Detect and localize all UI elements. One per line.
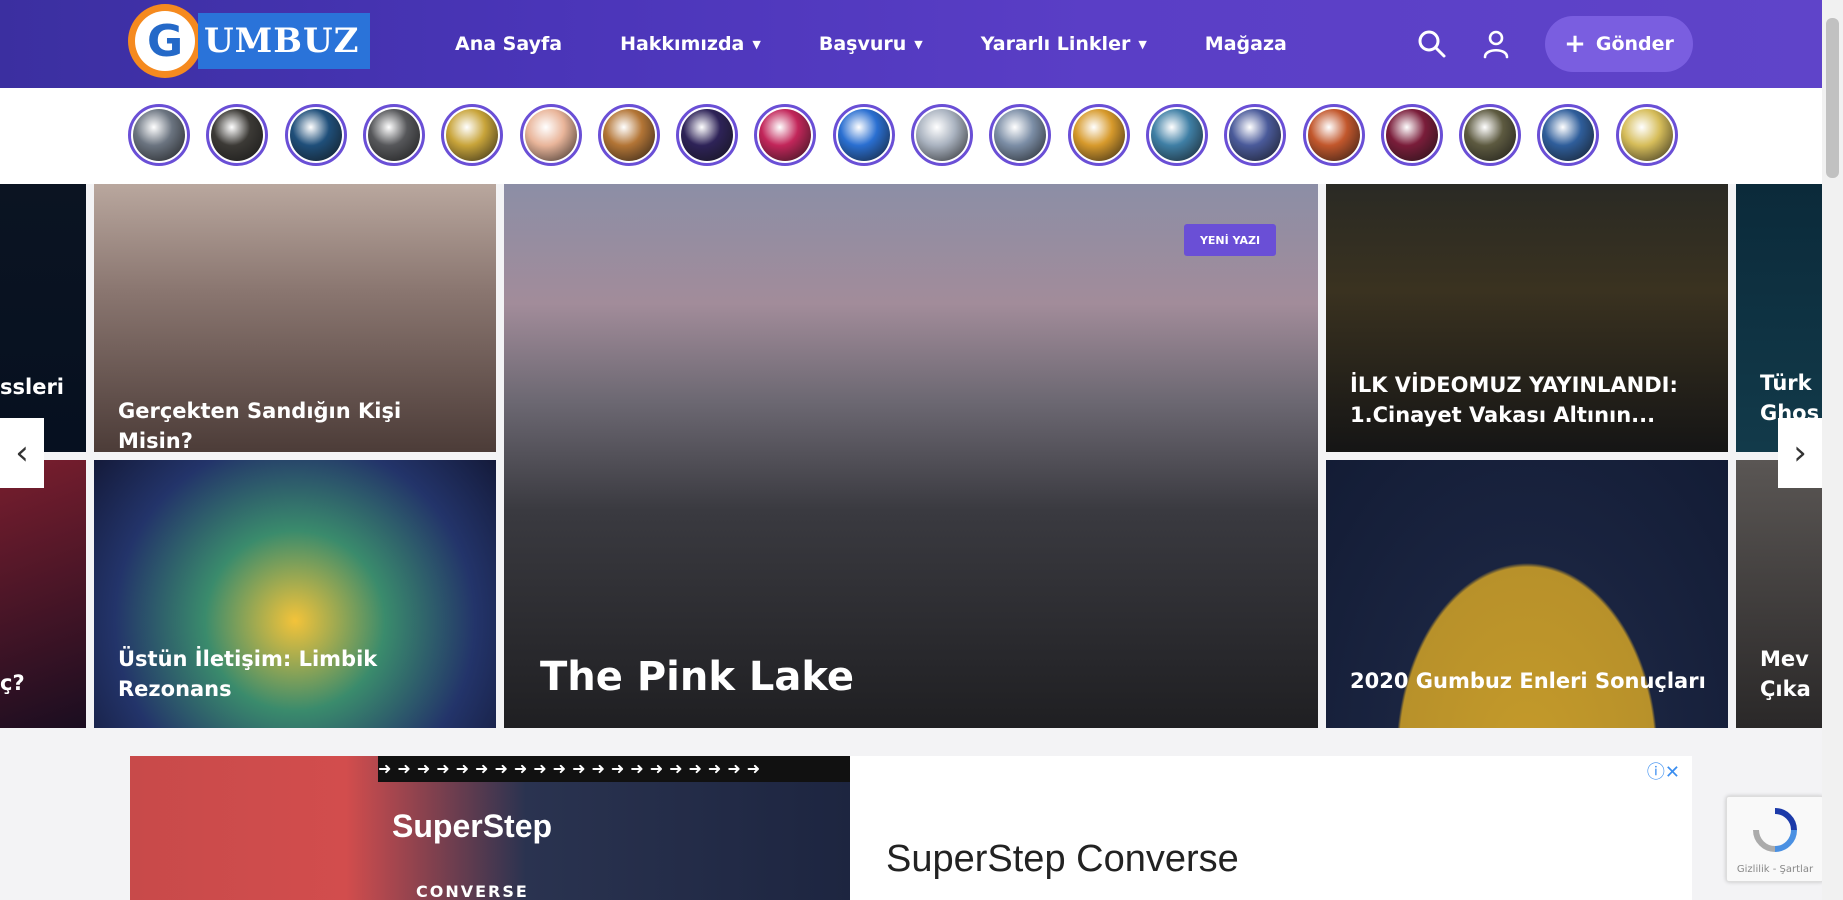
story-avatar[interactable] (832, 104, 895, 166)
nav-item-store[interactable]: Mağaza (1205, 33, 1287, 55)
logo-text: UMBUZ (198, 13, 370, 69)
search-icon[interactable] (1416, 28, 1448, 60)
story-avatar[interactable] (676, 104, 739, 166)
story-avatar[interactable] (1145, 104, 1208, 166)
nav-item-apply[interactable]: Başvuru ▼ (819, 33, 923, 55)
chevron-right-icon: › (1793, 433, 1807, 473)
ad-sub: CONVERSE (416, 882, 529, 900)
plus-icon: + (1564, 29, 1586, 59)
chevron-down-icon: ▼ (1138, 37, 1147, 51)
recaptcha-icon (1753, 808, 1797, 852)
story-avatar[interactable] (911, 104, 973, 166)
chevron-down-icon: ▼ (752, 37, 761, 51)
story-avatar[interactable] (519, 104, 582, 166)
user-icon[interactable] (1480, 28, 1512, 60)
story-avatar[interactable] (597, 104, 660, 166)
scrollbar-thumb[interactable] (1826, 18, 1839, 178)
nav-item-links[interactable]: Yararlı Linkler ▼ (981, 33, 1147, 55)
story-avatar[interactable] (362, 104, 425, 166)
site-logo[interactable]: G UMBUZ (128, 4, 370, 78)
story-avatar[interactable] (1224, 104, 1287, 166)
logo-letter: G (146, 15, 184, 67)
story-avatar[interactable] (1302, 104, 1365, 166)
new-post-badge: YENİ YAZI (1184, 224, 1276, 256)
story-avatar[interactable] (1537, 104, 1600, 166)
featured-card-1[interactable]: Gerçekten Sandığın Kişi Misin? (94, 184, 496, 452)
page-scrollbar[interactable] (1822, 0, 1843, 900)
partial-card-right-top[interactable]: Türk Ghos (1736, 184, 1822, 452)
featured-card-2[interactable]: Üstün İletişim: Limbik Rezonans (94, 460, 496, 728)
chevron-down-icon: ▼ (914, 37, 923, 51)
chevron-left-icon: ‹ (15, 433, 29, 473)
story-avatar[interactable] (441, 104, 504, 166)
partial-card-left-bottom[interactable]: ç? (0, 460, 86, 728)
partial-card-left-top[interactable]: ssleri (0, 184, 86, 452)
story-avatar[interactable] (1067, 104, 1130, 166)
main-nav: Ana Sayfa Hakkımızda ▼ Başvuru ▼ Yararlı L… (455, 0, 1345, 88)
story-avatar[interactable] (989, 104, 1052, 166)
story-avatar[interactable] (284, 104, 347, 166)
logo-circle: G (128, 4, 202, 78)
story-avatar[interactable] (1380, 104, 1443, 166)
featured-card-3[interactable]: İLK VİDEOMUZ YAYINLANDI: 1.Cinayet Vakas… (1326, 184, 1728, 452)
carousel-next-button[interactable]: › (1778, 418, 1822, 488)
nav-item-home[interactable]: Ana Sayfa (455, 33, 562, 55)
recaptcha-text: Gizlilik - Şartlar (1736, 864, 1814, 875)
carousel-prev-button[interactable]: ‹ (0, 418, 44, 488)
ad-close-icon[interactable]: ⓘ✕ (1647, 758, 1680, 784)
ad-arrow-strip: ➜➜➜➜➜➜➜➜➜➜➜➜➜➜➜➜➜➜➜➜ (378, 756, 850, 782)
nav-item-about[interactable]: Hakkımızda ▼ (620, 33, 761, 55)
ad-brand: SuperStep (392, 808, 553, 844)
featured-main-card[interactable]: The Pink Lake (504, 184, 1318, 728)
stories-row (0, 88, 1822, 184)
story-avatar[interactable] (128, 104, 190, 166)
advertisement[interactable]: ➜➜➜➜➜➜➜➜➜➜➜➜➜➜➜➜➜➜➜➜ SuperStep CONVERSE … (130, 756, 1692, 900)
ad-title[interactable]: SuperStep Converse (886, 838, 1239, 881)
story-avatar[interactable] (1459, 104, 1522, 166)
story-avatar[interactable] (1615, 104, 1678, 166)
story-avatar[interactable] (754, 104, 817, 166)
site-header: G UMBUZ Ana Sayfa Hakkımızda ▼ Başvuru ▼ Y… (0, 0, 1822, 88)
recaptcha-badge[interactable]: Gizlilik - Şartlar (1726, 796, 1824, 882)
send-button[interactable]: + Gönder (1545, 16, 1693, 72)
featured-card-4[interactable]: 2020 Gumbuz Enleri Sonuçları (1326, 460, 1728, 728)
partial-card-right-bottom[interactable]: Mev Çıka (1736, 460, 1822, 728)
story-avatar[interactable] (206, 104, 269, 166)
